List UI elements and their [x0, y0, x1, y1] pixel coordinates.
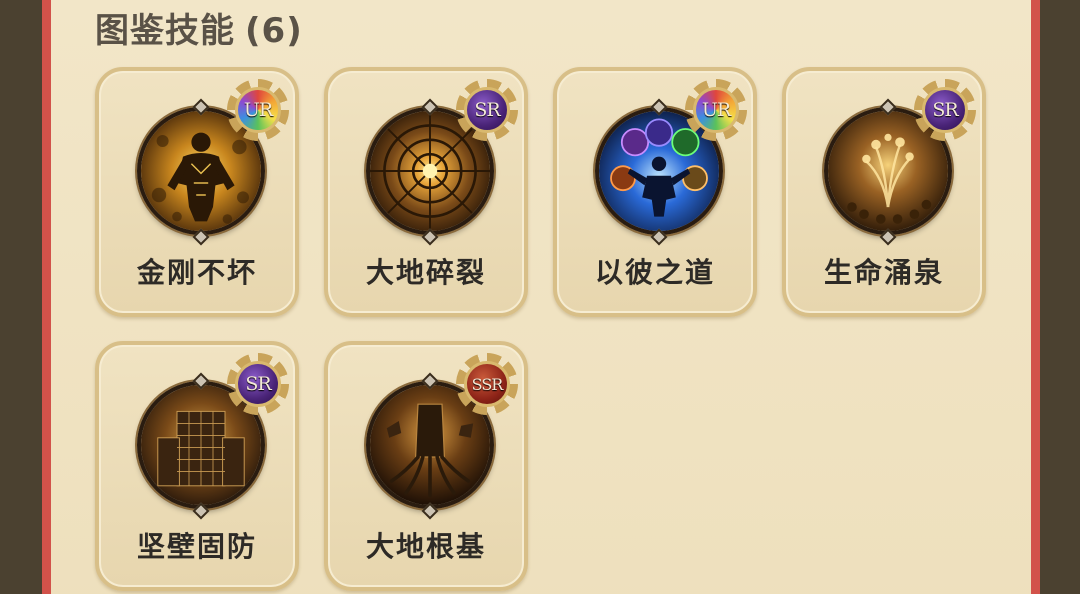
skill-card-1[interactable]: UR 金刚不坏	[95, 67, 299, 317]
skill-card-3[interactable]: UR 以彼之道	[553, 67, 757, 317]
rarity-badge: UR	[227, 79, 289, 141]
rarity-badge: UR	[685, 79, 747, 141]
skill-card-6[interactable]: SSR 大地根基	[324, 341, 528, 591]
rarity-badge: SR	[914, 79, 976, 141]
rarity-badge: SR	[227, 353, 289, 415]
skill-name: 大地根基	[365, 530, 486, 563]
skill-card-4[interactable]: SR 生命涌泉	[782, 67, 986, 317]
skill-name: 大地碎裂	[365, 256, 486, 289]
skill-name: 生命涌泉	[823, 256, 944, 289]
rarity-badge: SSR	[456, 353, 518, 415]
section-title: 图鉴技能 (6)	[95, 3, 303, 52]
skill-name: 以彼之道	[594, 256, 715, 289]
left-backdrop	[0, 0, 42, 594]
skill-name: 金刚不坏	[136, 256, 257, 289]
section-count: (6)	[245, 11, 303, 51]
rarity-badge: SR	[456, 79, 518, 141]
skill-card-5[interactable]: SR 坚壁固防	[95, 341, 299, 591]
skill-card-2[interactable]: SR 大地碎裂	[324, 67, 528, 317]
right-backdrop	[1040, 0, 1080, 594]
skill-name: 坚壁固防	[136, 530, 257, 563]
section-title-text: 图鉴技能	[95, 11, 235, 51]
